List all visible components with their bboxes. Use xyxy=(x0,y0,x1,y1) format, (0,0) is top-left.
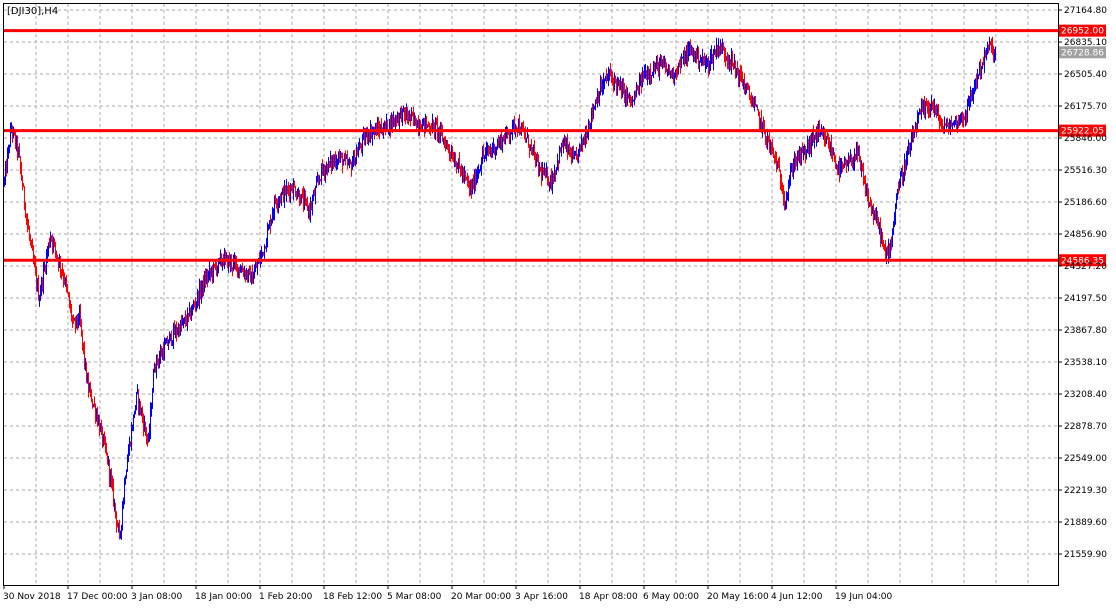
x-tick-label: 3 Apr 16:00 xyxy=(515,592,568,602)
y-tick-label: 24527.20 xyxy=(1064,262,1107,272)
y-tick-label: 25186.60 xyxy=(1064,198,1107,208)
x-tick-label: 5 Mar 08:00 xyxy=(387,592,442,602)
y-tick-label: 23867.80 xyxy=(1064,326,1107,336)
x-tick-label: 30 Nov 2018 xyxy=(3,592,61,602)
x-tick-label: 18 Jan 00:00 xyxy=(195,592,252,602)
y-tick-label: 27164.80 xyxy=(1064,6,1107,16)
current-price-label: 26728.86 xyxy=(1061,48,1104,58)
y-tick-label: 22549.00 xyxy=(1064,454,1107,464)
y-tick-label: 26175.70 xyxy=(1064,102,1107,112)
y-tick-label: 25516.30 xyxy=(1064,166,1107,176)
x-tick-label: 18 Apr 08:00 xyxy=(579,592,638,602)
y-tick-label: 26505.40 xyxy=(1064,70,1107,80)
x-tick-label: 20 May 16:00 xyxy=(707,592,769,602)
x-tick-label: 20 Mar 00:00 xyxy=(451,592,511,602)
x-tick-label: 6 May 00:00 xyxy=(643,592,699,602)
level-price-label: 26952.00 xyxy=(1061,27,1104,37)
y-tick-label: 25846.00 xyxy=(1064,134,1107,144)
x-tick-label: 19 Jun 04:00 xyxy=(835,592,892,602)
y-tick-label: 21559.90 xyxy=(1064,550,1107,560)
chart: 26952.00 25922.05 24586.35 27164.80 26835.1… xyxy=(0,0,1116,607)
y-tick-label: 24197.50 xyxy=(1064,294,1107,304)
x-tick-label: 4 Jun 12:00 xyxy=(771,592,823,602)
x-tick-label: 18 Feb 12:00 xyxy=(323,592,382,602)
chart-background xyxy=(0,0,1116,607)
x-tick-label: 17 Dec 00:00 xyxy=(67,592,128,602)
x-tick-label: 3 Jan 08:00 xyxy=(131,592,183,602)
y-tick-label: 23208.40 xyxy=(1064,390,1107,400)
chart-svg: 26952.0025922.0524586.35 27164.8026835.1… xyxy=(0,0,1116,607)
y-tick-label: 21889.60 xyxy=(1064,518,1107,528)
y-tick-label: 22219.30 xyxy=(1064,486,1107,496)
chart-title: [DJI30],H4 xyxy=(7,6,58,17)
y-tick-label: 24856.90 xyxy=(1064,230,1107,240)
x-tick-label: 1 Feb 20:00 xyxy=(259,592,313,602)
y-tick-label: 22878.70 xyxy=(1064,422,1107,432)
y-tick-label: 23538.10 xyxy=(1064,358,1107,368)
